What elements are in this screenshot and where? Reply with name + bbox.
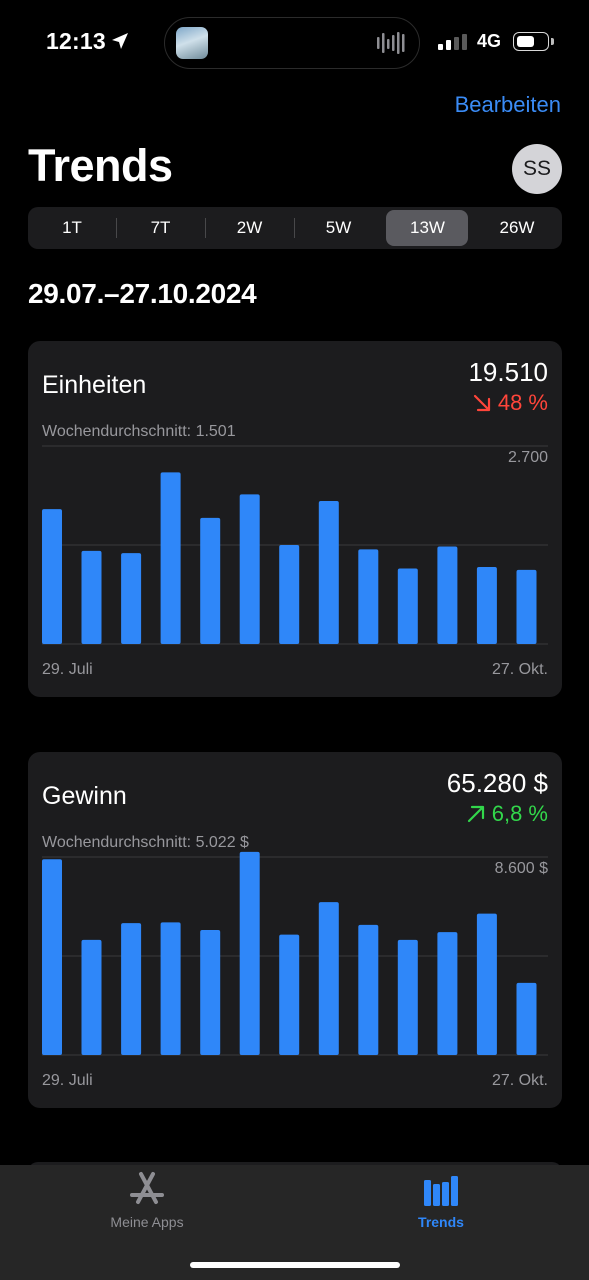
chart-bar[interactable] [437, 932, 458, 1055]
chart-bar[interactable] [476, 567, 497, 644]
chart-bar[interactable] [81, 550, 102, 644]
now-playing-app-icon [176, 27, 208, 59]
chart-x-start: 29. Juli [42, 661, 93, 678]
edit-button[interactable]: Bearbeiten [455, 92, 561, 118]
chart-bar[interactable] [358, 549, 379, 644]
chart-bar[interactable] [160, 922, 181, 1055]
chart-bar[interactable] [200, 930, 221, 1055]
chart-x-end: 27. Okt. [491, 661, 548, 678]
chart-bar[interactable] [318, 902, 339, 1055]
location-arrow-icon [112, 33, 128, 49]
chart-bar[interactable] [42, 859, 62, 1055]
tab-label: Meine Apps [110, 1214, 184, 1230]
chart-bar[interactable] [42, 509, 62, 644]
battery-level [517, 36, 534, 47]
network-type: 4G [477, 31, 502, 51]
segment-1t[interactable]: 1T [28, 207, 116, 249]
chart-bar[interactable] [279, 545, 300, 644]
segment-5w[interactable]: 5W [294, 207, 383, 249]
tab-meine-apps[interactable]: Meine Apps [97, 1170, 197, 1230]
period-segmented-control: 1T 7T 2W 5W 13W 26W [28, 207, 562, 249]
segment-26w[interactable]: 26W [472, 207, 562, 249]
segment-2w[interactable]: 2W [205, 207, 294, 249]
chart-bar[interactable] [476, 913, 497, 1055]
chart-x-start: 29. Juli [42, 1072, 93, 1089]
tab-label: Trends [418, 1214, 464, 1230]
chart-bar[interactable] [81, 939, 102, 1055]
chart-bar[interactable] [397, 939, 418, 1055]
status-time: 12:13 [46, 28, 106, 54]
trends-bars-icon [424, 1176, 458, 1206]
chart-bar[interactable] [200, 517, 221, 644]
chart-bar[interactable] [358, 924, 379, 1055]
chart-bar[interactable] [121, 553, 142, 644]
chart-bar[interactable] [160, 472, 181, 644]
chart-bar[interactable] [318, 501, 339, 644]
battery-cap [551, 38, 554, 45]
chart-bar[interactable] [516, 982, 537, 1055]
units-card[interactable]: Einheiten 19.510 48 % Wochendurchschnitt… [28, 341, 562, 697]
tab-trends[interactable]: Trends [391, 1170, 491, 1230]
audio-waveform-icon [377, 32, 405, 54]
segment-7t[interactable]: 7T [116, 207, 205, 249]
chart-bar[interactable] [279, 934, 300, 1055]
chart-bar[interactable] [397, 568, 418, 645]
cellular-signal-icon [438, 34, 467, 50]
chart-bar[interactable] [437, 546, 458, 645]
appstore-icon [130, 1172, 164, 1204]
date-range-title: 29.07.–27.10.2024 [28, 278, 257, 309]
chart-bar[interactable] [516, 569, 537, 644]
chart-bar[interactable] [239, 851, 260, 1055]
home-indicator [190, 1262, 400, 1268]
page-title: Trends [28, 140, 173, 191]
units-bar-chart [42, 445, 548, 645]
chart-x-end: 27. Okt. [491, 1072, 548, 1089]
profit-bar-chart [42, 851, 548, 1056]
profit-card[interactable]: Gewinn 65.280 $ 6,8 % Wochendurchschnitt… [28, 752, 562, 1108]
segment-13w[interactable]: 13W [383, 207, 472, 249]
account-avatar[interactable]: SS [512, 144, 562, 194]
chart-bar[interactable] [121, 923, 142, 1055]
chart-bar[interactable] [239, 494, 260, 644]
